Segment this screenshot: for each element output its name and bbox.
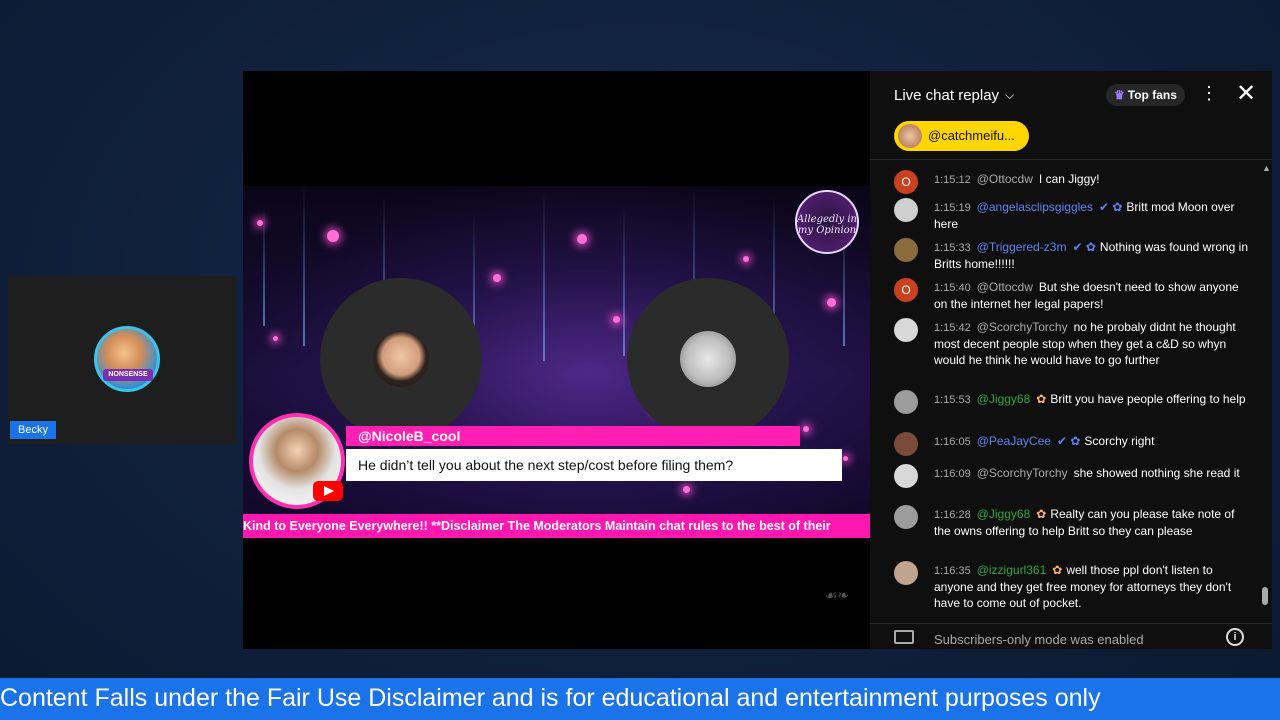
chat-timestamp: 1:15:19 (934, 202, 971, 214)
pinned-user-name: @catchmeifu... (928, 128, 1015, 143)
chat-timestamp: 1:15:53 (934, 394, 971, 406)
guest-1-avatar (373, 331, 429, 387)
chat-author-avatar[interactable]: O (894, 170, 918, 194)
chat-author-avatar[interactable] (894, 505, 918, 529)
chat-timestamp: 1:16:09 (934, 468, 971, 480)
watermark-icon: ☙❧ (824, 587, 850, 603)
subscribers-mode-icon (894, 630, 914, 644)
scrolling-ticker: Kind to Everyone Everywhere!! **Disclaim… (243, 514, 870, 538)
chat-message-text: she showed nothing she read it (1073, 466, 1240, 480)
chat-badge-icon: ✿ (1036, 392, 1047, 406)
chat-title: Live chat replay (894, 87, 1000, 104)
chat-footer: Subscribers-only mode was enabled i (870, 623, 1272, 650)
live-chat-panel: Live chat replay ⌵ ♛ Top fans ⋮ ✕ @catchme… (870, 71, 1272, 649)
chat-author-avatar[interactable] (894, 318, 918, 342)
chat-header: Live chat replay ⌵ ♛ Top fans ⋮ ✕ @catchme… (870, 71, 1272, 160)
chat-badge-icon: ✿ (1036, 507, 1047, 521)
top-fans-label: Top fans (1127, 88, 1177, 102)
chat-message-text: Britt you have people offering to help (1050, 392, 1246, 406)
chat-author-name[interactable]: @Ottocdw (977, 172, 1033, 186)
youtube-logo-icon (313, 481, 343, 501)
guest-2-avatar (680, 331, 736, 387)
more-options-icon[interactable]: ⋮ (1200, 83, 1218, 104)
comment-author: @NicoleB_cool (346, 426, 800, 446)
crown-icon: ♛ (1114, 88, 1125, 102)
chat-timestamp: 1:15:33 (934, 242, 971, 254)
comment-text: He didn’t tell you about the next step/c… (346, 449, 842, 481)
chat-timestamp: 1:15:12 (934, 174, 971, 186)
avatar-badge: NONSENSE (103, 369, 153, 381)
info-icon[interactable]: i (1226, 628, 1244, 646)
chat-mode-dropdown[interactable]: Live chat replay ⌵ (894, 87, 1014, 104)
chat-mode-notice: Subscribers-only mode was enabled (934, 632, 1144, 647)
chevron-down-icon: ⌵ (1005, 88, 1015, 102)
close-chat-icon[interactable]: ✕ (1236, 79, 1256, 108)
chat-badge-icon: ✔ ✿ (1072, 240, 1096, 254)
chat-message-text: Scorchy right (1084, 434, 1155, 448)
channel-logo: Allegedly in my Opinion (795, 190, 859, 254)
chat-badge-icon: ✿ (1052, 563, 1063, 577)
chat-author-name[interactable]: @angelasclipsgiggles (977, 200, 1093, 214)
scroll-thumb[interactable] (1262, 587, 1268, 605)
chat-message-text: I can Jiggy! (1038, 172, 1100, 186)
pinned-user-chip[interactable]: @catchmeifu... (894, 121, 1029, 151)
chat-author-avatar[interactable] (894, 561, 918, 585)
chat-timestamp: 1:16:35 (934, 565, 971, 577)
video-player[interactable]: Allegedly in my Opinion @NicoleB_cool He… (243, 71, 870, 649)
chat-author-name[interactable]: @ScorchyTorchy (977, 466, 1068, 480)
chat-author-name[interactable]: @Ottocdw (977, 280, 1033, 294)
chat-author-avatar[interactable] (894, 432, 918, 456)
chat-badge-icon: ✔ ✿ (1056, 434, 1081, 448)
chat-scrollbar[interactable]: ▲ (1262, 163, 1271, 617)
chat-author-name[interactable]: @izzigurl361 (977, 563, 1047, 577)
webcam-avatar: NONSENSE (94, 326, 160, 392)
top-fans-button[interactable]: ♛ Top fans (1106, 84, 1185, 106)
chat-author-avatar[interactable] (894, 464, 918, 488)
chat-timestamp: 1:15:42 (934, 322, 971, 334)
webcam-tile[interactable]: NONSENSE Becky (8, 276, 236, 444)
chat-author-name[interactable]: @PeaJayCee (977, 434, 1051, 448)
chat-author-name[interactable]: @Triggered-z3m (977, 240, 1067, 254)
chat-timestamp: 1:15:40 (934, 282, 971, 294)
disclaimer-banner: Content Falls under the Fair Use Disclai… (0, 678, 1280, 720)
chat-author-name[interactable]: @Jiggy68 (977, 392, 1031, 406)
chat-author-avatar[interactable] (894, 390, 918, 414)
chat-author-name[interactable]: @ScorchyTorchy (977, 320, 1068, 334)
chat-author-avatar[interactable] (894, 238, 918, 262)
scroll-up-icon[interactable]: ▲ (1262, 163, 1271, 173)
chat-author-avatar[interactable] (894, 198, 918, 222)
featured-comment: @NicoleB_cool He didn’t tell you about t… (249, 413, 842, 509)
chat-author-name[interactable]: @Jiggy68 (977, 507, 1031, 521)
webcam-name-label: Becky (10, 421, 56, 439)
channel-logo-text: Allegedly in my Opinion (797, 214, 857, 236)
chat-badge-icon: ✔ ✿ (1098, 200, 1123, 214)
chat-author-avatar[interactable]: O (894, 278, 918, 302)
chat-timestamp: 1:16:28 (934, 509, 971, 521)
chat-timestamp: 1:16:05 (934, 436, 971, 448)
pinned-user-avatar (898, 124, 922, 148)
chat-message-list[interactable]: O 1:15:12 @Ottocdw I can Jiggy! 1:15:19 @ange… (870, 167, 1262, 617)
